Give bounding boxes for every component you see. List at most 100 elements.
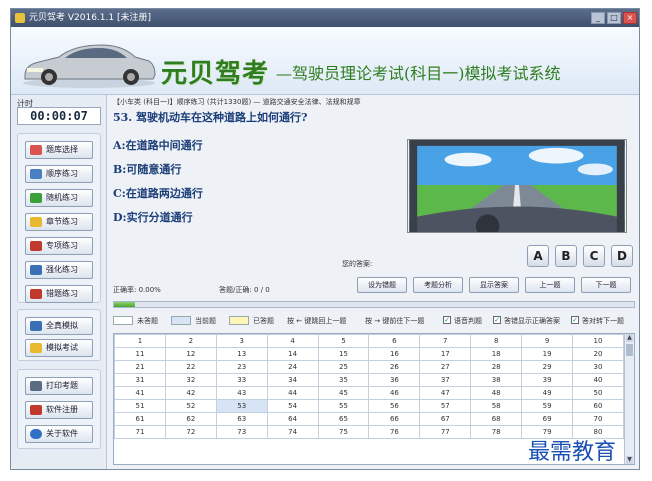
grid-cell[interactable]: 43 bbox=[215, 386, 268, 400]
grid-cell[interactable]: 65 bbox=[317, 412, 370, 426]
grid-cell[interactable]: 76 bbox=[368, 425, 421, 439]
grid-cell[interactable]: 12 bbox=[164, 347, 217, 361]
grid-cell[interactable]: 14 bbox=[266, 347, 319, 361]
grid-cell[interactable]: 39 bbox=[521, 373, 574, 387]
next-question-button[interactable]: 下一题 bbox=[581, 277, 631, 293]
mark-wrong-button[interactable]: 设为错题 bbox=[357, 277, 407, 293]
minimize-button[interactable]: _ bbox=[591, 12, 605, 24]
grid-cell[interactable]: 67 bbox=[419, 412, 472, 426]
answer-b-button[interactable]: B bbox=[555, 245, 577, 267]
grid-cell[interactable]: 11 bbox=[114, 347, 166, 361]
grid-cell[interactable]: 52 bbox=[164, 399, 217, 413]
grid-cell[interactable]: 30 bbox=[572, 360, 624, 374]
grid-cell[interactable]: 21 bbox=[114, 360, 166, 374]
grid-cell[interactable]: 37 bbox=[419, 373, 472, 387]
grid-cell[interactable]: 58 bbox=[470, 399, 523, 413]
grid-cell[interactable]: 44 bbox=[266, 386, 319, 400]
grid-cell[interactable]: 55 bbox=[317, 399, 370, 413]
grid-cell[interactable]: 33 bbox=[215, 373, 268, 387]
grid-cell[interactable]: 69 bbox=[521, 412, 574, 426]
grid-cell[interactable]: 16 bbox=[368, 347, 421, 361]
maximize-button[interactable]: □ bbox=[607, 12, 621, 24]
grid-cell[interactable]: 7 bbox=[419, 334, 472, 348]
grid-cell[interactable]: 24 bbox=[266, 360, 319, 374]
grid-cell[interactable]: 1 bbox=[114, 334, 166, 348]
scroll-down-icon[interactable]: ▼ bbox=[626, 456, 633, 464]
grid-cell[interactable]: 15 bbox=[317, 347, 370, 361]
grid-cell[interactable]: 54 bbox=[266, 399, 319, 413]
mock-exam-button[interactable]: 模拟考试 bbox=[25, 339, 93, 357]
grid-cell[interactable]: 25 bbox=[317, 360, 370, 374]
close-button[interactable]: × bbox=[623, 12, 637, 24]
grid-cell[interactable]: 62 bbox=[164, 412, 217, 426]
grid-cell[interactable]: 49 bbox=[521, 386, 574, 400]
grid-cell[interactable]: 57 bbox=[419, 399, 472, 413]
scroll-up-icon[interactable]: ▲ bbox=[626, 334, 633, 342]
grid-cell[interactable]: 22 bbox=[164, 360, 217, 374]
grid-cell[interactable]: 20 bbox=[572, 347, 624, 361]
random-practice-button[interactable]: 随机练习 bbox=[25, 189, 93, 207]
grid-cell[interactable]: 9 bbox=[521, 334, 574, 348]
question-bank-button[interactable]: 题库选择 bbox=[25, 141, 93, 159]
voice-judge-checkbox[interactable]: ✓ bbox=[443, 316, 451, 324]
grid-cell[interactable]: 4 bbox=[266, 334, 319, 348]
grid-cell[interactable]: 5 bbox=[317, 334, 370, 348]
answer-d-button[interactable]: D bbox=[611, 245, 633, 267]
grid-cell[interactable]: 28 bbox=[470, 360, 523, 374]
grid-cell[interactable]: 6 bbox=[368, 334, 421, 348]
grid-cell[interactable]: 68 bbox=[470, 412, 523, 426]
grid-cell[interactable]: 10 bbox=[572, 334, 624, 348]
grid-cell[interactable]: 71 bbox=[114, 425, 166, 439]
prev-question-button[interactable]: 上一题 bbox=[525, 277, 575, 293]
wrong-practice-button[interactable]: 错题练习 bbox=[25, 285, 93, 303]
sequential-practice-button[interactable]: 顺序练习 bbox=[25, 165, 93, 183]
answer-a-button[interactable]: A bbox=[527, 245, 549, 267]
grid-cell[interactable]: 51 bbox=[114, 399, 166, 413]
grid-cell[interactable]: 19 bbox=[521, 347, 574, 361]
scroll-thumb[interactable] bbox=[626, 344, 633, 356]
grid-cell[interactable]: 31 bbox=[114, 373, 166, 387]
grid-cell[interactable]: 8 bbox=[470, 334, 523, 348]
grid-cell[interactable]: 47 bbox=[419, 386, 472, 400]
grid-cell[interactable]: 60 bbox=[572, 399, 624, 413]
register-button[interactable]: 软件注册 bbox=[25, 401, 93, 419]
grid-cell[interactable]: 75 bbox=[317, 425, 370, 439]
grid-cell[interactable]: 3 bbox=[215, 334, 268, 348]
grid-cell[interactable]: 56 bbox=[368, 399, 421, 413]
grid-cell[interactable]: 72 bbox=[164, 425, 217, 439]
grid-cell[interactable]: 78 bbox=[470, 425, 523, 439]
grid-cell[interactable]: 48 bbox=[470, 386, 523, 400]
topic-practice-button[interactable]: 专项练习 bbox=[25, 237, 93, 255]
grid-cell[interactable]: 35 bbox=[317, 373, 370, 387]
grid-cell[interactable]: 45 bbox=[317, 386, 370, 400]
analysis-button[interactable]: 考题分析 bbox=[413, 277, 463, 293]
show-answer-button[interactable]: 显示答案 bbox=[469, 277, 519, 293]
grid-cell[interactable]: 38 bbox=[470, 373, 523, 387]
show-correct-checkbox[interactable]: ✓ bbox=[493, 316, 501, 324]
grid-cell[interactable]: 34 bbox=[266, 373, 319, 387]
auto-next-checkbox[interactable]: ✓ bbox=[571, 316, 579, 324]
grid-cell[interactable]: 32 bbox=[164, 373, 217, 387]
grid-cell[interactable]: 36 bbox=[368, 373, 421, 387]
grid-cell[interactable]: 42 bbox=[164, 386, 217, 400]
grid-cell[interactable]: 13 bbox=[215, 347, 268, 361]
about-button[interactable]: 关于软件 bbox=[25, 425, 93, 443]
intensive-practice-button[interactable]: 强化练习 bbox=[25, 261, 93, 279]
grid-cell[interactable]: 74 bbox=[266, 425, 319, 439]
grid-cell[interactable]: 27 bbox=[419, 360, 472, 374]
grid-cell[interactable]: 41 bbox=[114, 386, 166, 400]
answer-c-button[interactable]: C bbox=[583, 245, 605, 267]
chapter-practice-button[interactable]: 章节练习 bbox=[25, 213, 93, 231]
grid-cell[interactable]: 17 bbox=[419, 347, 472, 361]
grid-cell[interactable]: 73 bbox=[215, 425, 268, 439]
grid-cell[interactable]: 23 bbox=[215, 360, 268, 374]
grid-cell[interactable]: 26 bbox=[368, 360, 421, 374]
grid-cell[interactable]: 50 bbox=[572, 386, 624, 400]
full-simulation-button[interactable]: 全真模拟 bbox=[25, 317, 93, 335]
grid-cell[interactable]: 40 bbox=[572, 373, 624, 387]
grid-cell[interactable]: 77 bbox=[419, 425, 472, 439]
grid-cell[interactable]: 29 bbox=[521, 360, 574, 374]
grid-cell[interactable]: 18 bbox=[470, 347, 523, 361]
grid-cell[interactable]: 64 bbox=[266, 412, 319, 426]
grid-cell[interactable]: 59 bbox=[521, 399, 574, 413]
